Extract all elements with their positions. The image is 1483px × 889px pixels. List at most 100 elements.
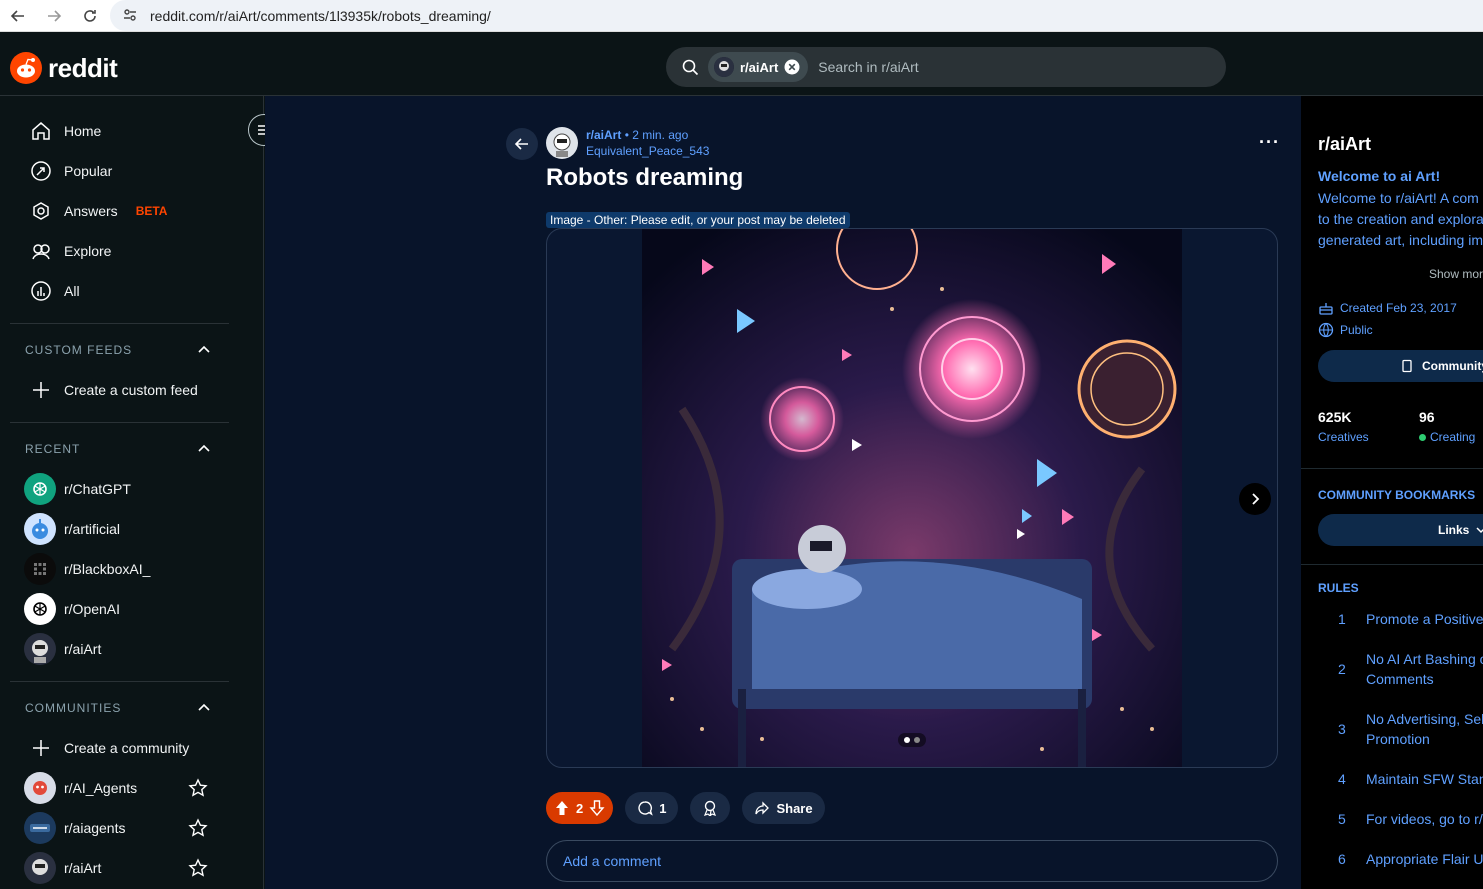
- search-bar[interactable]: r/aiArt Search in r/aiArt: [666, 47, 1226, 87]
- search-chip-label: r/aiArt: [740, 59, 779, 75]
- artificial-avatar-icon: [24, 513, 56, 545]
- chevron-up-icon: [198, 703, 210, 711]
- blackboxai-avatar-icon: [24, 553, 56, 585]
- chevron-up-icon: [198, 345, 210, 353]
- sidebar-divider: [10, 681, 229, 682]
- share-icon: [755, 801, 770, 815]
- post-title: Robots dreaming: [546, 164, 744, 191]
- gallery-dot-active[interactable]: [904, 737, 910, 743]
- upvote-icon[interactable]: [554, 800, 570, 816]
- more-options-icon[interactable]: ···: [1259, 132, 1280, 153]
- globe-icon: [1318, 322, 1334, 338]
- next-image-button[interactable]: [1239, 483, 1271, 515]
- community-item-label: r/aiagents: [64, 820, 126, 836]
- post-flair[interactable]: Image - Other: Please edit, or your post…: [546, 212, 850, 228]
- sidebar-item-label: Popular: [64, 163, 113, 179]
- create-custom-feed[interactable]: Create a custom feed: [0, 370, 263, 410]
- reddit-logo[interactable]: reddit: [10, 52, 118, 84]
- rule-item[interactable]: 2 No AI Art Bashing o Comments: [1318, 649, 1483, 689]
- sidebar-item-home[interactable]: Home: [0, 111, 263, 151]
- rule-text: No AI Art Bashing o: [1366, 651, 1483, 667]
- sidebar-divider: [10, 422, 229, 423]
- clear-chip-icon[interactable]: [784, 59, 800, 75]
- communities-header[interactable]: COMMUNITIES: [0, 688, 263, 728]
- site-settings-icon[interactable]: [122, 7, 138, 28]
- create-community-label: Create a community: [64, 740, 190, 756]
- create-community[interactable]: Create a community: [0, 728, 263, 768]
- recent-item-label: r/ChatGPT: [64, 481, 131, 497]
- community-item-label: r/AI_Agents: [64, 780, 138, 796]
- community-guide-button[interactable]: Community: [1318, 350, 1483, 382]
- share-label: Share: [776, 800, 813, 816]
- popular-icon: [31, 161, 51, 181]
- community-item-aiart[interactable]: r/aiArt: [0, 848, 263, 888]
- back-button[interactable]: [506, 128, 538, 160]
- aiart-avatar-icon: [24, 852, 56, 884]
- recent-item-chatgpt[interactable]: r/ChatGPT: [0, 469, 263, 509]
- vote-control: 2: [546, 792, 614, 824]
- search-input[interactable]: Search in r/aiArt: [818, 59, 918, 75]
- award-button[interactable]: [690, 792, 731, 824]
- author-link[interactable]: Equivalent_Peace_543: [586, 143, 709, 159]
- online-label-text: Creating: [1430, 430, 1476, 444]
- recent-item-openai[interactable]: r/OpenAI: [0, 589, 263, 629]
- browser-forward-button[interactable]: [36, 0, 72, 32]
- recent-item-artificial[interactable]: r/artificial: [0, 509, 263, 549]
- rule-number: 3: [1338, 721, 1346, 737]
- sidebar-item-label: Explore: [64, 243, 112, 259]
- links-button[interactable]: Links: [1318, 514, 1483, 546]
- sidebar-item-label: Home: [64, 123, 102, 139]
- aiart-avatar-icon: [24, 633, 56, 665]
- browser-back-button[interactable]: [0, 0, 36, 32]
- subreddit-avatar-icon[interactable]: [546, 127, 578, 159]
- all-icon: [31, 281, 51, 301]
- created-date: Created Feb 23, 2017: [1318, 300, 1457, 316]
- recent-header[interactable]: RECENT: [0, 429, 263, 469]
- add-comment-input[interactable]: Add a comment: [546, 840, 1278, 882]
- rule-text: Appropriate Flair U: [1366, 851, 1483, 867]
- recent-item-blackboxai[interactable]: r/BlackboxAI_: [0, 549, 263, 589]
- gallery-dot[interactable]: [914, 737, 920, 743]
- star-icon[interactable]: [188, 858, 208, 878]
- star-icon[interactable]: [188, 778, 208, 798]
- sidebar-item-answers[interactable]: Answers BETA: [0, 191, 263, 231]
- recent-item-aiart[interactable]: r/aiArt: [0, 629, 263, 669]
- reddit-wordmark: reddit: [48, 52, 118, 83]
- rule-number: 1: [1338, 611, 1346, 627]
- rule-text: Promote a Positive: [1366, 611, 1483, 627]
- sidebar-item-explore[interactable]: Explore: [0, 231, 263, 271]
- members-label: Creatives: [1318, 430, 1369, 444]
- sidebar-item-popular[interactable]: Popular: [0, 151, 263, 191]
- post-media-gallery[interactable]: [546, 228, 1278, 768]
- community-item-aiagents[interactable]: r/aiagents: [0, 808, 263, 848]
- community-name: r/aiArt: [1318, 134, 1372, 154]
- show-more-button[interactable]: Show mor: [1429, 267, 1483, 281]
- browser-reload-button[interactable]: [72, 0, 108, 32]
- post-image[interactable]: [642, 229, 1182, 768]
- community-sidebar: r/aiArt Welcome to ai Art! Welcome to r/…: [1301, 96, 1483, 889]
- comments-button[interactable]: 1: [625, 792, 679, 824]
- search-scope-chip[interactable]: r/aiArt: [708, 52, 809, 82]
- online-count: 96: [1419, 409, 1435, 425]
- community-item-ai-agents[interactable]: r/AI_Agents: [0, 768, 263, 808]
- address-bar[interactable]: reddit.com/r/aiArt/comments/1l3935k/robo…: [110, 0, 1483, 31]
- rule-text: For videos, go to r/: [1366, 811, 1483, 827]
- rule-text: Promotion: [1366, 731, 1430, 747]
- subreddit-link[interactable]: r/aiArt: [586, 128, 621, 142]
- sidebar-item-all[interactable]: All: [0, 271, 263, 311]
- share-button[interactable]: Share: [742, 792, 825, 824]
- rule-item[interactable]: 3 No Advertising, Sel Promotion: [1318, 709, 1483, 749]
- community-item-label: r/aiArt: [64, 860, 102, 876]
- comment-icon: [638, 801, 653, 816]
- chatgpt-avatar-icon: [24, 473, 56, 505]
- post-meta: r/aiArt • 2 min. ago Equivalent_Peace_54…: [546, 127, 709, 159]
- downvote-icon[interactable]: [589, 800, 605, 816]
- description-line: to the creation and explora: [1318, 211, 1483, 227]
- star-icon[interactable]: [188, 818, 208, 838]
- section-title: COMMUNITIES: [25, 701, 122, 715]
- gallery-pagination: [898, 733, 926, 747]
- aiagents-avatar-icon: [24, 812, 56, 844]
- home-icon: [32, 122, 50, 140]
- recent-item-label: r/BlackboxAI_: [64, 561, 151, 577]
- custom-feeds-header[interactable]: CUSTOM FEEDS: [0, 330, 263, 370]
